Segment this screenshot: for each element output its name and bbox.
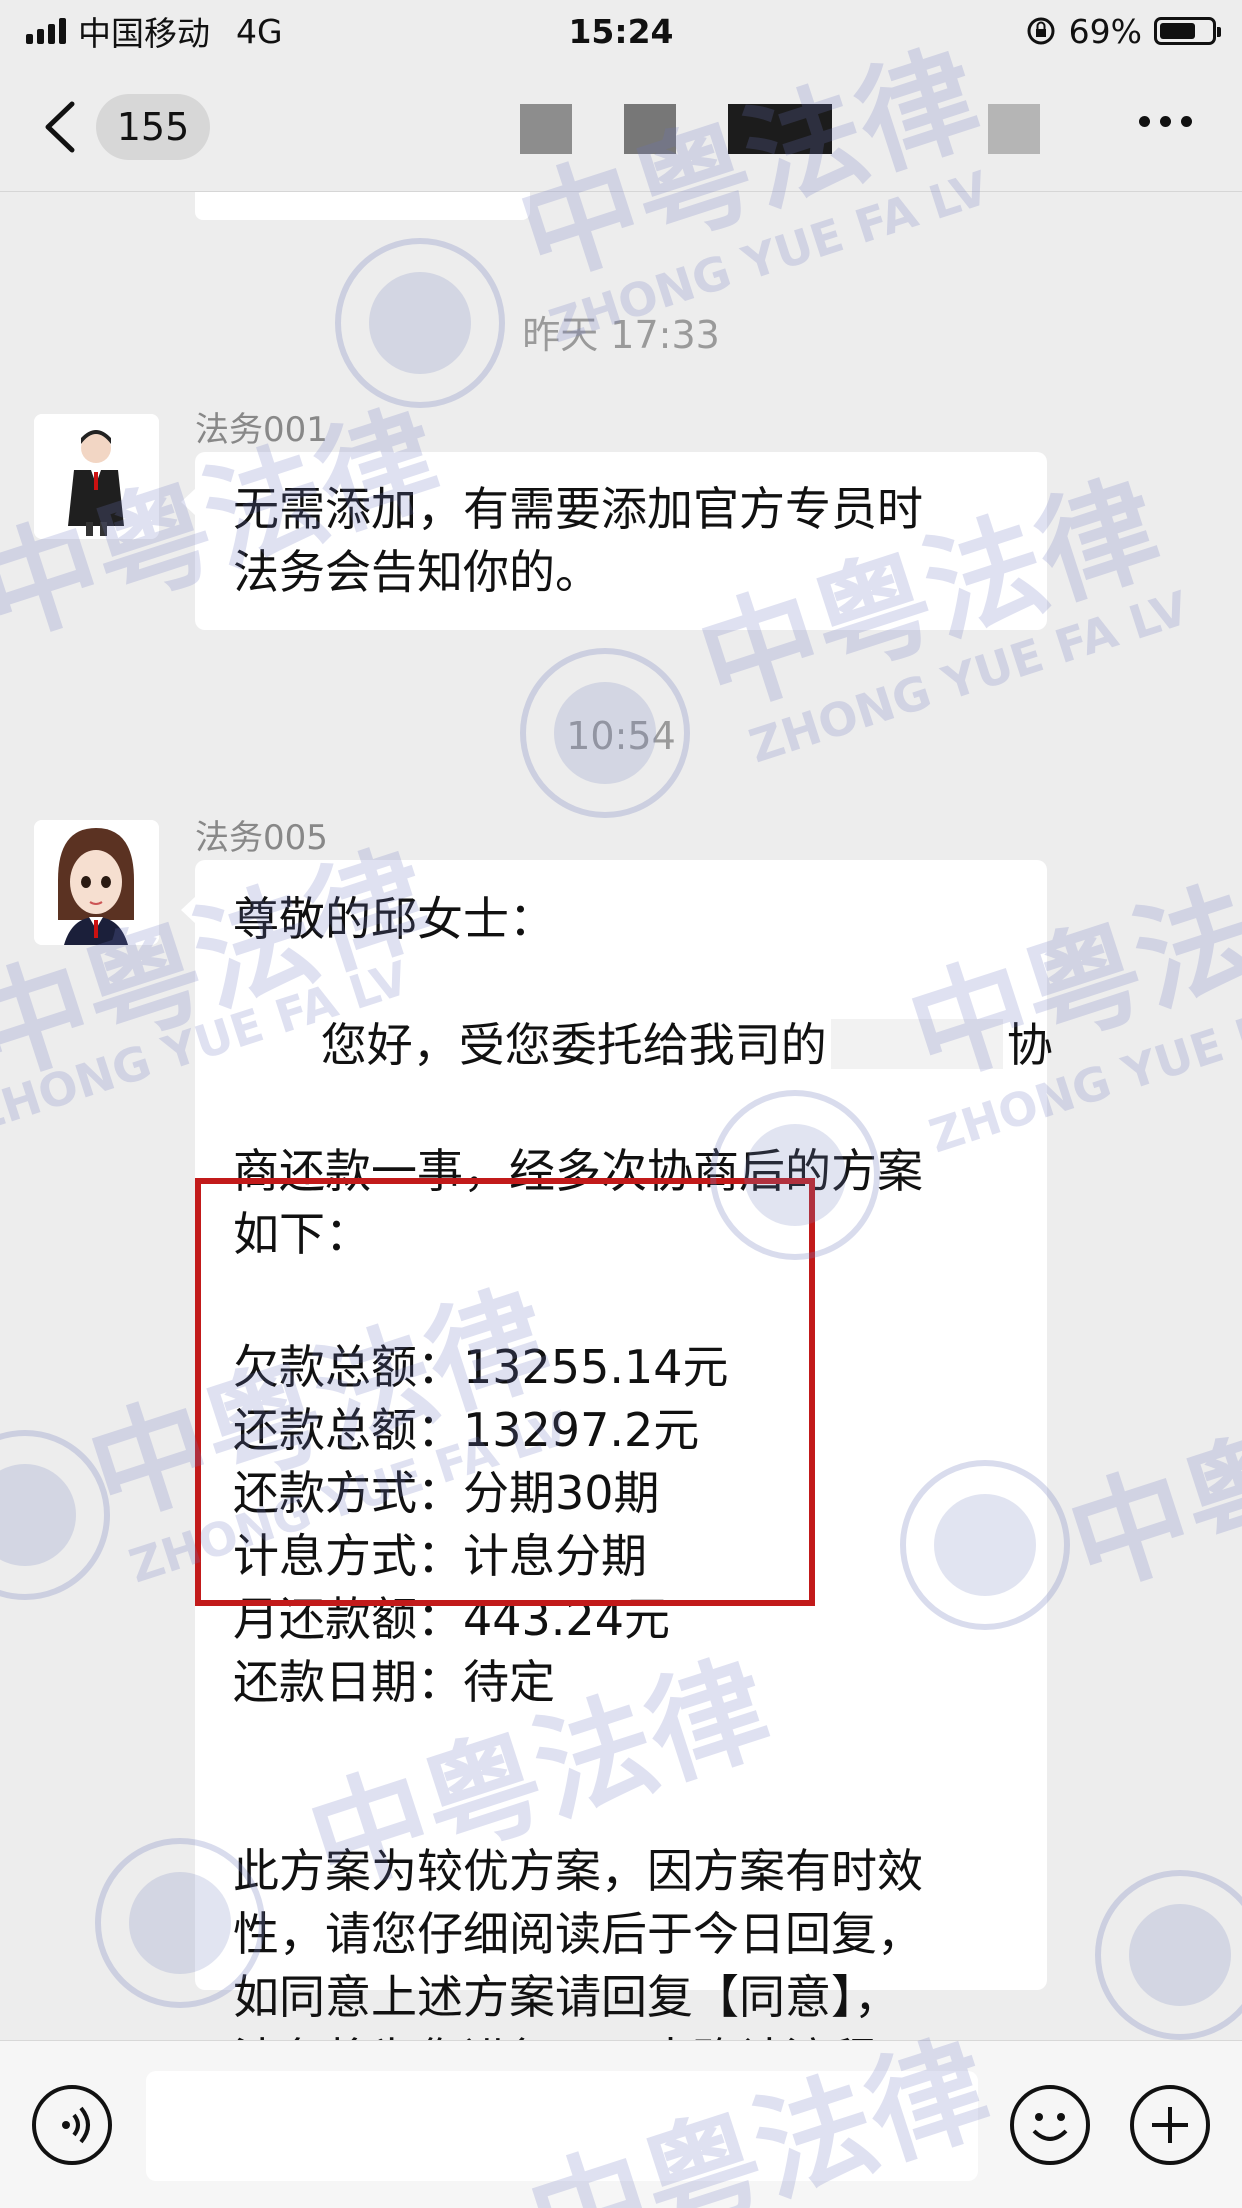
message-bubble-1[interactable]: 无需添加，有需要添加官方专员时 法务会告知你的。 [181,452,1047,630]
status-bar: 中国移动 4G 15:24 69% [0,0,1242,62]
battery-icon [1154,17,1221,45]
message-input[interactable] [146,2071,978,2181]
chat-area: 昨天 17:33 法务001 无需添加，有需要添加官方专员时 法务会告知你的。 … [0,192,1242,2040]
status-right: 69% [1025,11,1221,51]
battery-percent: 69% [1068,11,1142,51]
message-1-line-1: 无需添加，有需要添加官方专员时 [233,482,923,536]
input-bar [0,2040,1242,2208]
previous-message-bubble [195,192,530,220]
highlight-box [195,1178,815,1606]
message-2-line-2b: 协 [1006,1018,1053,1072]
lawyer-avatar-icon [34,414,159,539]
more-icon[interactable] [1139,116,1192,127]
message-2-line-2a: 您好，受您委托给我司的 [320,1018,827,1072]
sender-name-2: 法务005 [195,818,328,858]
message-2-line-1: 尊敬的邱女士： [233,892,555,946]
plan-repayment-date: 还款日期：待定 [233,1655,555,1709]
next-sender-name-peek: 法务005 [195,2030,328,2040]
battery-fill [1160,23,1195,39]
unread-count-badge[interactable]: 155 [96,94,210,160]
avatar-legal-005[interactable] [34,820,159,945]
emoji-icon[interactable] [1010,2085,1090,2165]
back-icon[interactable] [40,100,80,154]
message-2-line-2: 您好，受您委托给我司的 协 [233,951,1053,1140]
carrier-label: 中国移动 [78,14,210,53]
lawyer-avatar-icon [34,820,159,945]
rotation-lock-icon [1027,17,1055,45]
avatar-legal-001[interactable] [34,414,159,539]
chat-title-mosaic-1 [520,104,572,154]
message-2-closing-2: 性，请您仔细阅读后于今日回复， [233,1907,923,1961]
message-2-closing-1: 此方案为较优方案，因方案有时效 [233,1844,923,1898]
chat-title-mosaic-2 [624,104,676,154]
nav-bar: 155 [0,62,1242,192]
status-left: 中国移动 4G [26,7,283,55]
timestamp-2: 10:54 [566,714,676,758]
message-2-closing-3: 如同意上述方案请回复【同意】， [233,1970,900,2024]
message-1-line-2: 法务会告知你的。 [233,545,601,599]
sender-name-1: 法务001 [195,410,328,450]
timestamp-1: 昨天 17:33 [522,313,720,357]
chat-title-mosaic-3 [728,104,832,154]
redacted-company-name [830,1019,1003,1069]
network-label: 4G [236,11,283,51]
voice-input-icon[interactable] [32,2085,112,2165]
plus-icon[interactable] [1130,2085,1210,2165]
chat-title-mosaic-4 [988,104,1040,154]
message-2-closing-4: 法务将为您进行下一步确认流程。 [233,2029,1011,2040]
signal-icon [26,18,66,44]
